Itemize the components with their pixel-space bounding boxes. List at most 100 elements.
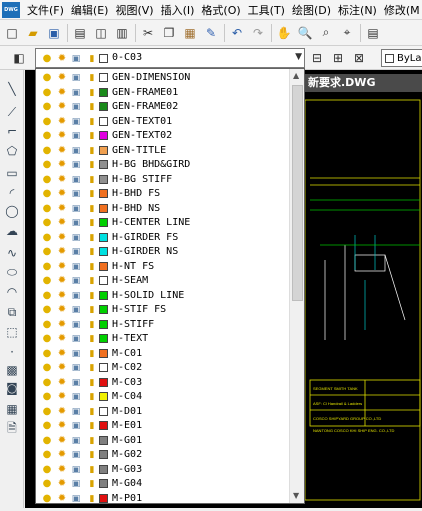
thaw-sun-icon[interactable]: ✹ [56, 464, 68, 476]
thaw-sun-icon[interactable]: ✹ [56, 217, 68, 229]
unlock-icon[interactable]: ▮ [86, 246, 98, 258]
pan-icon[interactable]: ✋ [275, 24, 293, 42]
menu-draw[interactable]: 绘图(D) [292, 2, 331, 18]
layer-color-swatch[interactable] [99, 87, 108, 97]
unlock-icon[interactable]: ▮ [86, 333, 98, 345]
menu-dimension[interactable]: 标注(N) [338, 2, 377, 18]
layer-color-swatch[interactable] [99, 232, 108, 242]
point-icon[interactable]: · [3, 343, 21, 361]
on-bulb-icon[interactable]: ● [41, 362, 53, 374]
layer-row[interactable]: ● ✹ ▣ ▮ H-BG BHD&GIRD [36, 158, 290, 173]
make-block-icon[interactable]: ⬚ [3, 323, 21, 341]
layer-row[interactable]: ● ✹ ▣ ▮ M-G04 [36, 477, 290, 492]
unlock-icon[interactable]: ▮ [86, 275, 98, 287]
thaw-sun-icon[interactable]: ✹ [56, 232, 68, 244]
layer-row[interactable]: ● ✹ ▣ ▮ H-BHD NS [36, 202, 290, 217]
unlock-icon[interactable]: ▮ [86, 435, 98, 447]
unlock-icon[interactable]: ▮ [86, 145, 98, 157]
viewport-freeze-icon[interactable]: ▣ [70, 246, 82, 258]
viewport-freeze-icon[interactable]: ▣ [70, 464, 82, 476]
menu-modify[interactable]: 修改(M [384, 2, 420, 18]
viewport-freeze-icon[interactable]: ▣ [70, 130, 82, 142]
thaw-sun-icon[interactable]: ✹ [56, 449, 68, 461]
make-current-icon[interactable]: ⊟ [308, 49, 326, 67]
ellipse-arc-icon[interactable]: ◠ [3, 283, 21, 301]
on-bulb-icon[interactable]: ● [41, 420, 53, 432]
insert-block-icon[interactable]: ⧉ [3, 303, 21, 321]
on-bulb-icon[interactable]: ● [41, 449, 53, 461]
layer-color-swatch[interactable] [99, 189, 108, 198]
layer-row[interactable]: ● ✹ ▣ ▮ GEN-TEXT01 [36, 115, 290, 130]
layer-row[interactable]: ● ✹ ▣ ▮ M-D01 [36, 405, 290, 420]
unlock-icon[interactable]: ▮ [86, 478, 98, 490]
thaw-sun-icon[interactable]: ✹ [56, 188, 68, 200]
unlock-icon[interactable]: ▮ [86, 420, 98, 432]
viewport-freeze-icon[interactable]: ▣ [70, 116, 82, 128]
layer-row[interactable]: ● ✹ ▣ ▮ M-C01 [36, 347, 290, 362]
layer-row[interactable]: ● ✹ ▣ ▮ M-G02 [36, 448, 290, 463]
unlock-icon[interactable]: ▮ [86, 377, 98, 389]
scroll-thumb[interactable] [292, 85, 303, 301]
region-icon[interactable]: ◙ [3, 379, 21, 397]
layer-previous-icon[interactable]: ⊞ [329, 49, 347, 67]
menu-insert[interactable]: 插入(I) [161, 2, 195, 18]
viewport-freeze-icon[interactable]: ▣ [70, 377, 82, 389]
viewport-freeze-icon[interactable]: ▣ [70, 145, 82, 157]
thaw-sun-icon[interactable]: ✹ [56, 333, 68, 345]
on-bulb-icon[interactable]: ● [41, 145, 53, 157]
on-bulb-icon[interactable]: ● [41, 130, 53, 142]
on-bulb-icon[interactable]: ● [41, 87, 53, 99]
layer-row[interactable]: ● ✹ ▣ ▮ H-STIFF [36, 318, 290, 333]
thaw-sun-icon[interactable]: ✹ [56, 145, 68, 157]
viewport-freeze-icon[interactable]: ▣ [70, 478, 82, 490]
unlock-icon[interactable]: ▮ [86, 217, 98, 229]
viewport-freeze-icon[interactable]: ▣ [70, 232, 82, 244]
layer-row[interactable]: ● ✹ ▣ ▮ H-GIRDER NS [36, 245, 290, 260]
scroll-up-icon[interactable]: ▲ [293, 71, 299, 80]
open-icon[interactable]: ▰ [24, 24, 42, 42]
chevron-down-icon[interactable]: ▼ [295, 52, 302, 62]
thaw-sun-icon[interactable]: ✹ [56, 130, 68, 142]
layer-color-swatch[interactable] [99, 493, 108, 503]
unlock-icon[interactable]: ▮ [86, 449, 98, 461]
viewport-freeze-icon[interactable]: ▣ [70, 188, 82, 200]
layer-color-swatch[interactable] [99, 392, 108, 401]
rectangle-icon[interactable]: ▭ [3, 164, 21, 182]
viewport-freeze-icon[interactable]: ▣ [70, 435, 82, 447]
viewport-freeze-icon[interactable]: ▣ [70, 420, 82, 432]
on-bulb-icon[interactable]: ● [41, 188, 53, 200]
viewport-freeze-icon[interactable]: ▣ [70, 261, 82, 273]
layer-row[interactable]: ● ✹ ▣ ▮ GEN-TITLE [36, 144, 290, 159]
viewport-freeze-icon[interactable]: ▣ [70, 391, 82, 403]
thaw-sun-icon[interactable]: ✹ [56, 246, 68, 258]
publish-icon[interactable]: ▥ [113, 24, 131, 42]
menu-file[interactable]: 文件(F) [27, 2, 64, 18]
ellipse-icon[interactable]: ⬭ [3, 263, 21, 281]
zoom-previous-icon[interactable]: ⌖ [338, 24, 356, 42]
thaw-sun-icon[interactable]: ✹ [56, 159, 68, 171]
layer-color-swatch[interactable] [99, 421, 108, 430]
layer-row[interactable]: ● ✹ ▣ ▮ M-C04 [36, 390, 290, 405]
unlock-icon[interactable]: ▮ [86, 87, 98, 99]
layer-color-swatch[interactable] [99, 73, 108, 82]
viewport-freeze-icon[interactable]: ▣ [70, 203, 82, 215]
hatch-icon[interactable]: ▩ [3, 361, 21, 379]
unlock-icon[interactable]: ▮ [86, 72, 98, 84]
on-bulb-icon[interactable]: ● [41, 217, 53, 229]
thaw-sun-icon[interactable]: ✹ [56, 116, 68, 128]
viewport-freeze-icon[interactable]: ▣ [70, 348, 82, 360]
on-bulb-icon[interactable]: ● [41, 261, 53, 273]
thaw-sun-icon[interactable]: ✹ [56, 72, 68, 84]
layer-color-swatch[interactable] [99, 261, 108, 271]
unlock-icon[interactable]: ▮ [86, 130, 98, 142]
layer-color-swatch[interactable] [99, 218, 108, 227]
layer-row[interactable]: ● ✹ ▣ ▮ H-STIF FS [36, 303, 290, 318]
on-bulb-icon[interactable]: ● [41, 290, 53, 302]
viewport-freeze-icon[interactable]: ▣ [70, 449, 82, 461]
unlock-icon[interactable]: ▮ [86, 203, 98, 215]
menu-edit[interactable]: 编辑(E) [71, 2, 109, 18]
unlock-icon[interactable]: ▮ [86, 261, 98, 273]
thaw-sun-icon[interactable]: ✹ [56, 174, 68, 186]
zoom-realtime-icon[interactable]: 🔍 [296, 24, 314, 42]
table-icon[interactable]: ▦ [3, 400, 21, 418]
